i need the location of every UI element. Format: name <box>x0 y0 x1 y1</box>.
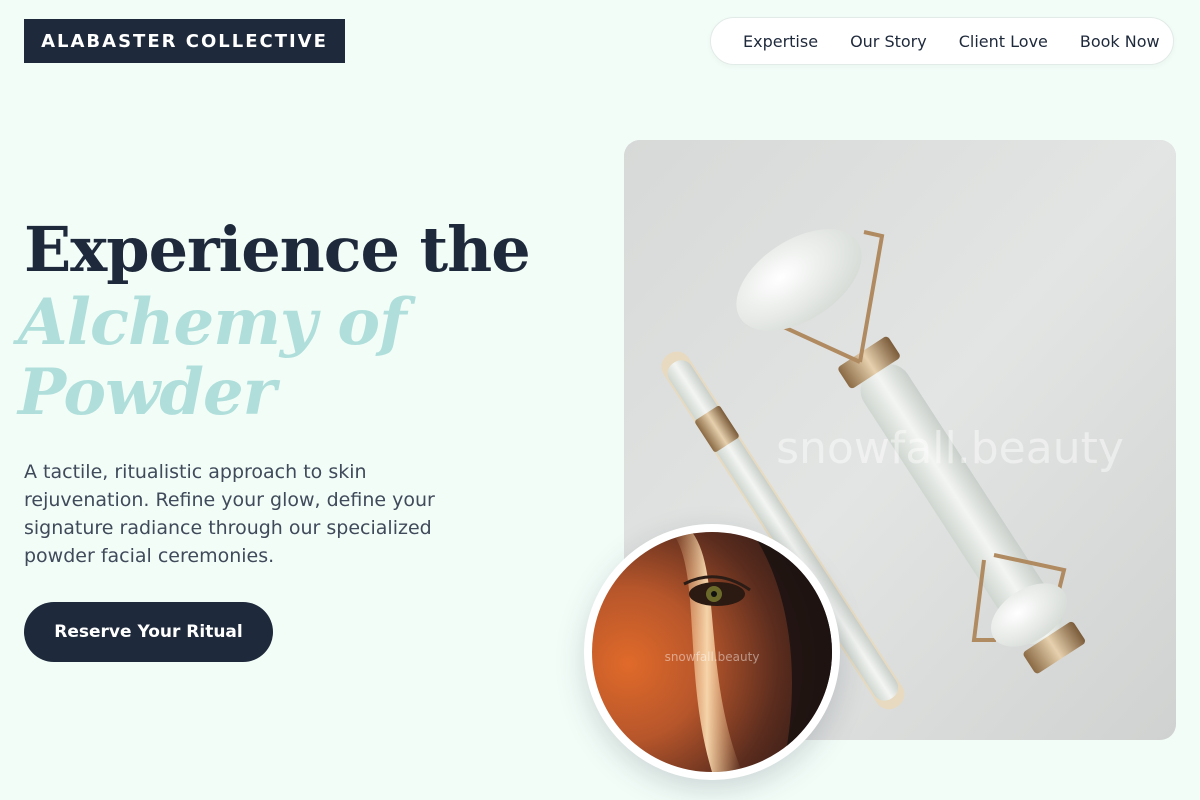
portrait-circle-image: snowfall.beauty <box>584 524 840 780</box>
nav-link-our-story[interactable]: Our Story <box>850 32 927 51</box>
nav-link-client-love[interactable]: Client Love <box>959 32 1048 51</box>
hero-headline: Experience the <box>24 213 531 286</box>
hero-tagline: A tactile, ritualistic approach to skin … <box>24 461 435 567</box>
nav-link-book-now[interactable]: Book Now <box>1080 32 1160 51</box>
portrait-illustration <box>592 532 832 772</box>
nav-link-expertise[interactable]: Expertise <box>743 32 818 51</box>
brand-logo[interactable]: ALABASTER COLLECTIVE <box>24 19 345 63</box>
main-nav: Expertise Our Story Client Love Book Now <box>710 17 1174 65</box>
reserve-ritual-button[interactable]: Reserve Your Ritual <box>24 602 273 662</box>
hero-headline-accent: Alchemy of Powder <box>18 285 407 430</box>
